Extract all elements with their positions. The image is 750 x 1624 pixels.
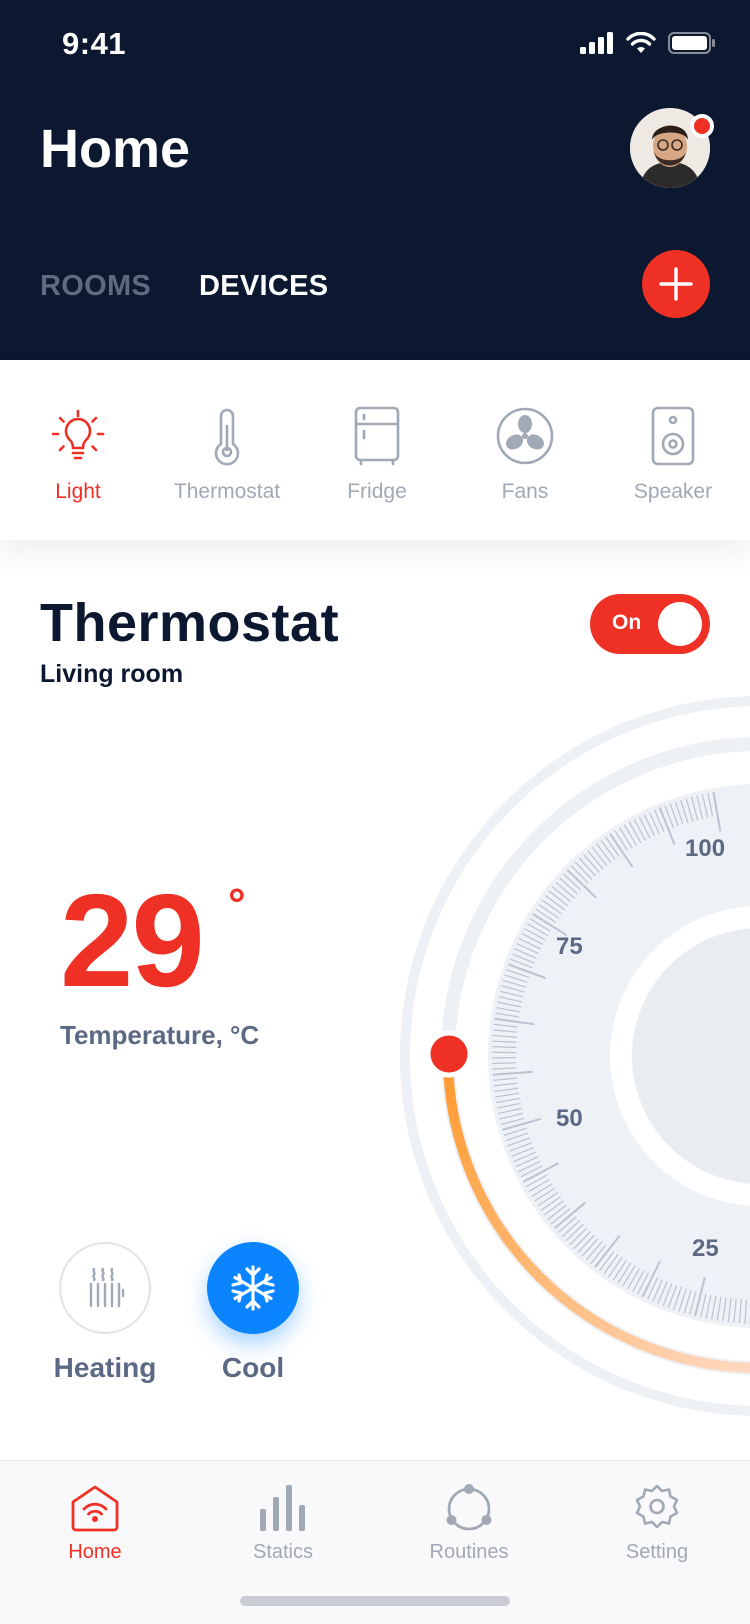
plus-icon — [659, 267, 693, 301]
temperature-label: Temperature, °C — [60, 1020, 260, 1050]
category-light-label: Light — [55, 480, 101, 503]
nav-home-label: Home — [68, 1541, 122, 1563]
mode-heating-label: Heating — [53, 1352, 157, 1383]
status-icons — [580, 32, 716, 54]
page-title: Home — [40, 119, 191, 179]
thermometer-icon — [214, 408, 240, 466]
device-room: Living room — [40, 660, 184, 688]
radiator-icon — [89, 1267, 125, 1308]
category-fridge-label: Fridge — [347, 480, 407, 503]
category-fans-label: Fans — [501, 480, 549, 503]
dial-label-50: 50 — [556, 1105, 583, 1132]
snowflake-icon — [231, 1265, 275, 1311]
category-fridge[interactable]: Fridge — [307, 406, 447, 504]
bar-chart-icon — [260, 1485, 305, 1531]
category-fans[interactable]: Fans — [455, 406, 595, 504]
category-speaker-label: Speaker — [633, 480, 713, 503]
device-title: Thermostat — [40, 593, 340, 653]
nav-home[interactable]: Home — [30, 1483, 160, 1564]
app-header: 9:41 Home ROOMS DEVICES — [0, 0, 750, 360]
dial-tick — [492, 1062, 517, 1065]
gear-icon — [635, 1484, 679, 1529]
temperature-degree: ° — [228, 880, 246, 929]
dial-label-25: 25 — [692, 1235, 719, 1262]
mode-heating[interactable]: Heating — [40, 1242, 170, 1384]
power-toggle-knob — [658, 602, 702, 646]
dial-label-100: 100 — [685, 835, 725, 862]
tab-rooms[interactable]: ROOMS — [40, 270, 151, 303]
battery-icon — [668, 32, 715, 54]
home-indicator — [240, 1596, 510, 1606]
nav-routines-label: Routines — [429, 1541, 509, 1563]
lightbulb-icon — [51, 409, 105, 460]
dial-label-75: 75 — [556, 933, 583, 960]
tab-devices[interactable]: DEVICES — [199, 270, 328, 303]
nav-setting-label: Setting — [625, 1541, 689, 1563]
mode-cool-label: Cool — [221, 1352, 285, 1383]
device-category-bar: Light Thermostat Fridge Fans Speaker — [0, 360, 750, 540]
routines-icon — [446, 1484, 492, 1531]
category-thermostat-label: Thermostat — [173, 480, 281, 503]
category-light[interactable]: Light — [8, 406, 148, 504]
notification-badge — [690, 114, 714, 138]
add-device-button[interactable] — [642, 250, 710, 318]
mode-cool[interactable]: Cool — [188, 1242, 318, 1384]
mode-heating-button[interactable] — [59, 1242, 151, 1334]
home-icon — [71, 1485, 119, 1532]
fan-icon — [496, 407, 554, 465]
dial-knob[interactable] — [425, 1030, 473, 1078]
mode-cool-button[interactable] — [207, 1242, 299, 1334]
fridge-icon — [354, 406, 400, 466]
category-speaker[interactable]: Speaker — [603, 406, 743, 504]
nav-routines[interactable]: Routines — [404, 1483, 534, 1564]
temperature-value: 29 — [60, 867, 205, 1014]
wifi-icon — [626, 32, 656, 53]
nav-setting[interactable]: Setting — [592, 1483, 722, 1564]
status-time: 9:41 — [62, 26, 127, 61]
nav-statics[interactable]: Statics — [218, 1483, 348, 1564]
power-toggle[interactable]: On — [590, 594, 710, 654]
dial-tick — [492, 1046, 517, 1049]
power-toggle-label: On — [612, 611, 642, 634]
speaker-icon — [651, 406, 695, 466]
category-thermostat[interactable]: Thermostat — [157, 406, 297, 504]
cellular-signal-icon — [580, 32, 613, 54]
nav-statics-label: Statics — [252, 1541, 314, 1563]
